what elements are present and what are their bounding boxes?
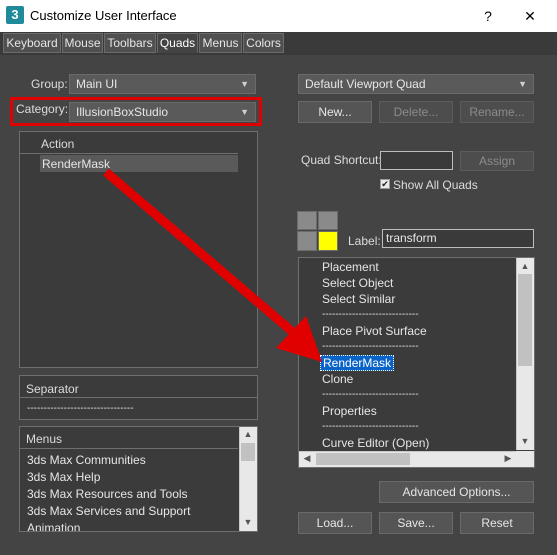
annotation-arrow-icon [103, 168, 322, 362]
